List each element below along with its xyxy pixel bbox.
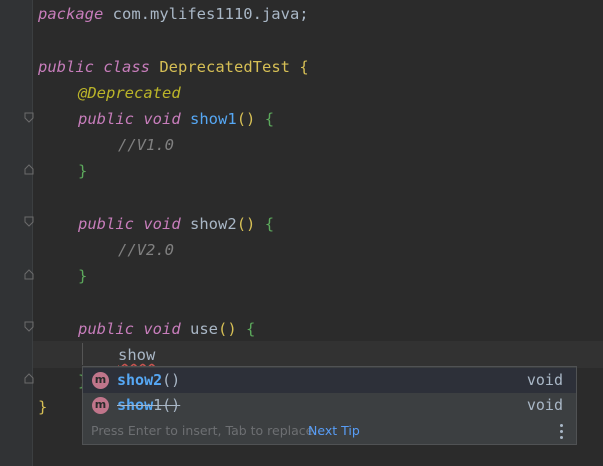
- brace: }: [78, 162, 88, 180]
- class-name: DeprecatedTest: [150, 58, 300, 76]
- code-line-comment: //V1.0: [118, 135, 174, 155]
- keyword: public: [78, 110, 134, 128]
- code-line-annotation: @Deprecated: [78, 83, 181, 103]
- gutter-divider: [32, 0, 33, 466]
- method-icon: m: [92, 372, 109, 389]
- completion-item-type: void: [526, 371, 563, 389]
- params: (): [162, 371, 181, 389]
- code-line-package: package com.mylifes1110.java;: [38, 4, 309, 24]
- brace: {: [246, 320, 256, 338]
- completion-item-show2[interactable]: m show2() void: [83, 368, 576, 393]
- code-line-show2: public void show2() {: [78, 214, 274, 234]
- indent-guide: [82, 343, 83, 365]
- paren: (): [236, 110, 256, 128]
- brace: }: [38, 398, 48, 416]
- fold-open-icon[interactable]: [24, 112, 34, 123]
- match-text: show: [117, 371, 154, 389]
- more-options-icon[interactable]: [560, 424, 564, 440]
- completion-popup[interactable]: m show2() void m show1() void Press Ente…: [82, 366, 577, 445]
- package-name: com.mylifes1110.java;: [103, 5, 309, 23]
- keyword: public: [78, 215, 134, 233]
- method-name: use: [190, 320, 219, 338]
- annotation: @Deprecated: [78, 84, 181, 102]
- comment: //V2.0: [118, 241, 174, 259]
- keyword: package: [38, 5, 104, 23]
- keyword: void: [143, 320, 181, 338]
- fold-close-icon[interactable]: [24, 164, 34, 175]
- keyword: void: [143, 110, 181, 128]
- fold-close-icon[interactable]: [24, 373, 34, 384]
- match-text: show: [117, 396, 154, 414]
- paren: (): [218, 320, 237, 338]
- tip-text: Press Enter to insert, Tab to replace: [91, 423, 314, 438]
- code-line-close: }: [78, 266, 87, 286]
- keyword: void: [143, 215, 181, 233]
- code-line-typing[interactable]: show: [118, 345, 155, 365]
- brace: {: [264, 215, 275, 233]
- code-line-close: }: [78, 161, 87, 181]
- code-line-class-close: }: [38, 397, 47, 417]
- completion-item-type: void: [526, 396, 563, 414]
- code-line-comment: //V2.0: [118, 240, 174, 260]
- method-name: show2: [190, 215, 237, 233]
- keyword: public: [38, 58, 94, 76]
- completion-item-name: show2(): [117, 368, 180, 393]
- typed-identifier[interactable]: show: [118, 346, 155, 364]
- fold-close-icon[interactable]: [24, 269, 34, 280]
- code-line-show1: public void show1() {: [78, 109, 274, 129]
- keyword: class: [103, 58, 151, 76]
- code-line-class: public class DeprecatedTest {: [38, 57, 309, 77]
- brace: {: [299, 58, 309, 76]
- next-tip-link[interactable]: Next Tip: [308, 418, 360, 444]
- method-name: show1: [190, 110, 237, 128]
- name-rest: 2: [153, 371, 163, 389]
- method-icon: m: [92, 397, 109, 414]
- fold-open-icon[interactable]: [24, 321, 34, 332]
- fold-open-icon[interactable]: [24, 216, 34, 227]
- paren: (): [236, 215, 256, 233]
- code-line-use: public void use() {: [78, 319, 255, 339]
- completion-item-show1-deprecated[interactable]: m show1() void: [83, 393, 576, 418]
- brace: {: [264, 110, 275, 128]
- brace: }: [78, 267, 88, 285]
- completion-item-name: show1(): [117, 393, 180, 418]
- keyword: public: [78, 320, 134, 338]
- comment: //V1.0: [118, 136, 174, 154]
- params: (): [162, 396, 181, 414]
- name-rest: 1: [153, 396, 163, 414]
- completion-tip-bar: Press Enter to insert, Tab to replace Ne…: [83, 418, 576, 444]
- editor-gutter: [0, 0, 32, 466]
